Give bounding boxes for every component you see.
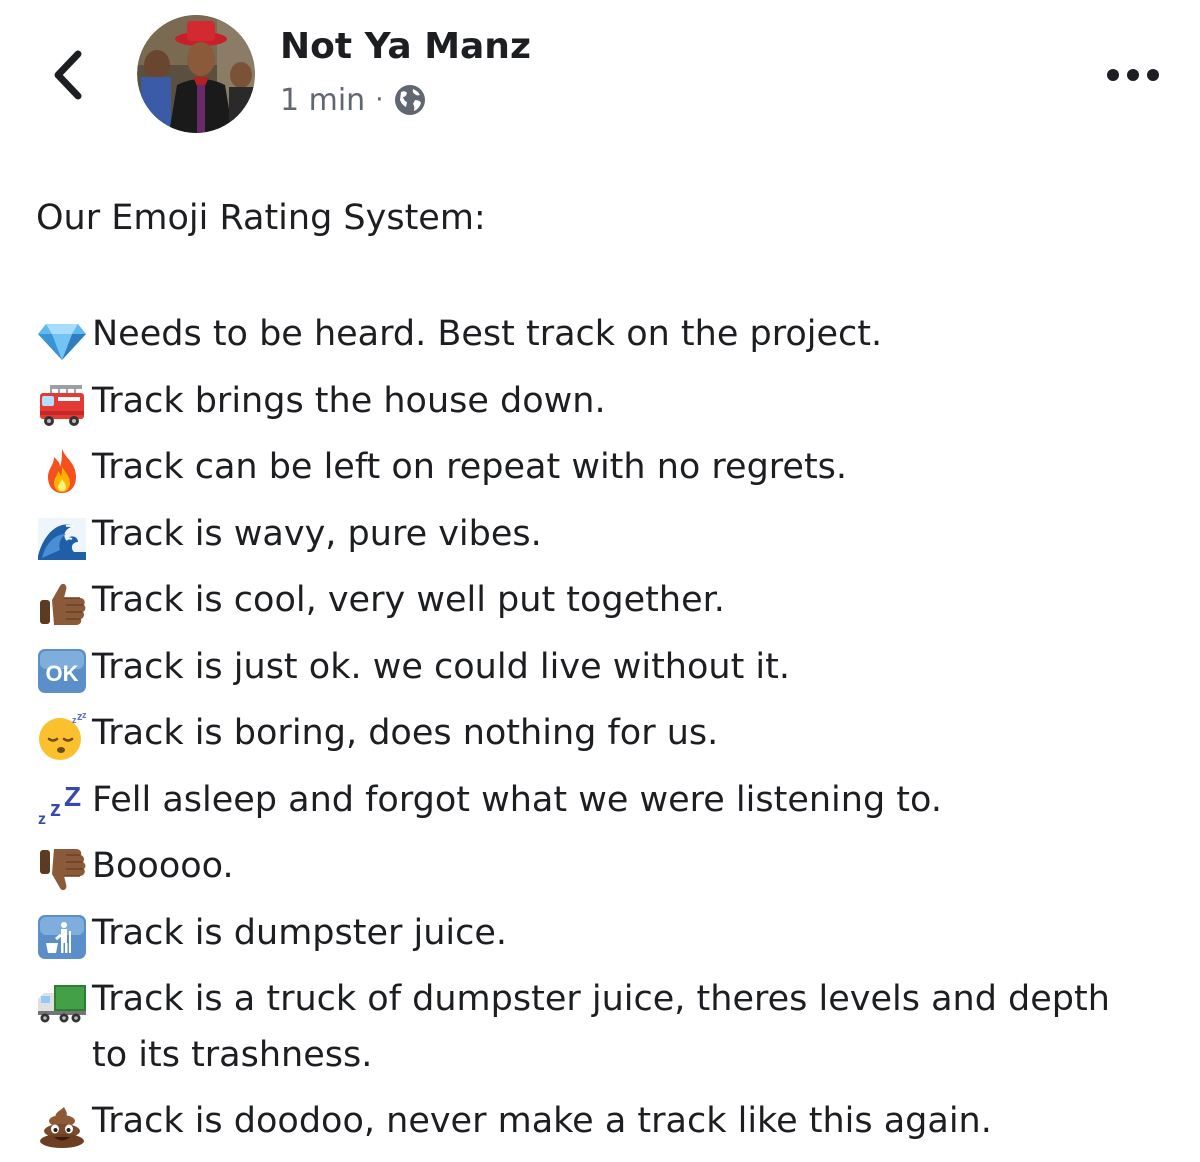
rating-item: OK Track is just ok. we could live witho… bbox=[36, 639, 1166, 706]
sleeping-face-icon: z z z bbox=[36, 711, 88, 763]
zzz-icon: z z Z bbox=[36, 778, 88, 830]
delivery-truck-icon bbox=[36, 977, 88, 1029]
thumbs-down-icon bbox=[36, 844, 88, 896]
rating-item: Track is cool, very well put together. bbox=[36, 572, 1166, 639]
author-name[interactable]: Not Ya Manz bbox=[280, 26, 531, 67]
rating-item: Track is doodoo, never make a track like… bbox=[36, 1093, 1166, 1160]
more-options-button[interactable] bbox=[1098, 55, 1168, 95]
thumbs-up-icon bbox=[36, 578, 88, 630]
svg-text:z: z bbox=[50, 796, 61, 821]
rating-item: Track is a truck of dumpster juice, ther… bbox=[36, 971, 1166, 1093]
rating-text: Track is a truck of dumpster juice, ther… bbox=[92, 979, 1110, 1075]
rating-item: Track can be left on repeat with no regr… bbox=[36, 439, 1166, 506]
globe-icon[interactable] bbox=[393, 83, 427, 117]
svg-text:z: z bbox=[38, 811, 46, 828]
ellipsis-icon bbox=[1107, 69, 1159, 81]
rating-list: Needs to be heard. Best track on the pro… bbox=[36, 306, 1166, 1160]
rating-item: Booooo. bbox=[36, 838, 1166, 905]
post-timestamp[interactable]: 1 min bbox=[280, 83, 365, 118]
svg-text:Z: Z bbox=[64, 781, 81, 812]
svg-text:OK: OK bbox=[46, 661, 79, 686]
meta-separator: · bbox=[375, 85, 384, 115]
back-button[interactable] bbox=[42, 40, 98, 110]
profile-photo bbox=[137, 15, 255, 133]
rating-text: Track brings the house down. bbox=[92, 380, 606, 421]
pile-of-poo-icon bbox=[36, 1099, 88, 1151]
rating-item: Needs to be heard. Best track on the pro… bbox=[36, 306, 1166, 373]
rating-item: Track is wavy, pure vibes. bbox=[36, 506, 1166, 573]
fire-engine-icon bbox=[36, 379, 88, 431]
wave-icon bbox=[36, 512, 88, 564]
avatar[interactable] bbox=[137, 15, 255, 133]
rating-text: Track is doodoo, never make a track like… bbox=[92, 1101, 992, 1141]
svg-text:z: z bbox=[82, 711, 87, 720]
rating-text: Track is boring, does nothing for us. bbox=[92, 713, 719, 753]
rating-text: Track can be left on repeat with no regr… bbox=[92, 447, 848, 487]
rating-text: Track is cool, very well put together. bbox=[92, 580, 725, 620]
litter-bin-icon bbox=[36, 911, 88, 963]
rating-item: z z z Track is boring, does nothing for … bbox=[36, 705, 1166, 772]
rating-text: Fell asleep and forgot what we were list… bbox=[92, 779, 942, 820]
fire-icon bbox=[36, 445, 88, 497]
post-title: Our Emoji Rating System: bbox=[36, 198, 486, 238]
rating-item: Track brings the house down. bbox=[36, 373, 1166, 440]
chevron-left-icon bbox=[54, 50, 82, 100]
rating-text: Track is wavy, pure vibes. bbox=[92, 513, 542, 554]
rating-text: Needs to be heard. Best track on the pro… bbox=[92, 314, 883, 354]
gem-icon bbox=[36, 312, 88, 364]
post-meta: 1 min · bbox=[280, 80, 427, 120]
rating-text: Booooo. bbox=[92, 846, 234, 886]
rating-item: z z Z Fell asleep and forgot what we wer… bbox=[36, 772, 1166, 839]
rating-text: Track is dumpster juice. bbox=[92, 912, 508, 953]
rating-item: Track is dumpster juice. bbox=[36, 905, 1166, 972]
rating-text: Track is just ok. we could live without … bbox=[92, 646, 791, 687]
ok-button-icon: OK bbox=[36, 645, 88, 697]
